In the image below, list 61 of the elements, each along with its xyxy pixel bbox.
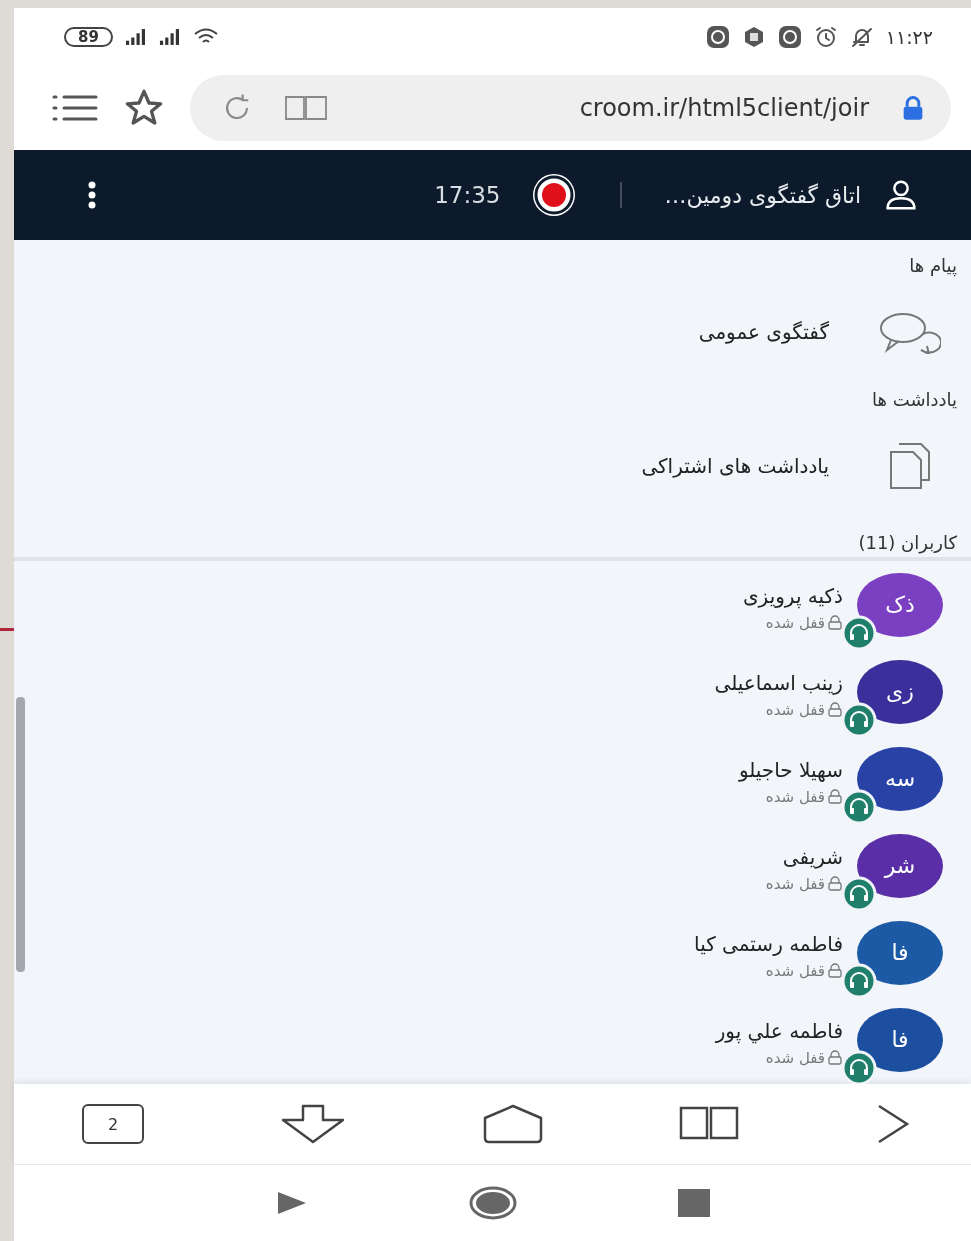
- user-avatar: زی: [857, 659, 943, 724]
- user-list-item[interactable]: سه سهیلا حاجیلو قفل شده: [14, 735, 971, 822]
- scroll-bar[interactable]: [16, 697, 25, 972]
- section-heading: یادداشت ها: [871, 387, 958, 412]
- user-status: قفل شده: [765, 700, 825, 719]
- signal-icon: [124, 27, 147, 46]
- user-status: قفل شده: [765, 613, 825, 632]
- alarm-clock-icon: [813, 24, 838, 49]
- user-list-item[interactable]: شر شریفی قفل شده: [14, 822, 971, 909]
- sidebar-item[interactable]: گفتگوی عمومی: [14, 290, 971, 374]
- headphones-icon: [841, 875, 877, 912]
- section-heading: پیام ها: [908, 253, 958, 279]
- user-list-item[interactable]: زی زینب اسماعیلی قفل شده: [14, 648, 971, 735]
- user-list-item[interactable]: ذک ذکیه پرویزی قفل شده: [14, 561, 971, 648]
- user-name: زینب اسماعیلی: [714, 670, 843, 695]
- lock-icon: [827, 701, 843, 718]
- user-avatar: سه: [857, 746, 943, 811]
- app-icon: [777, 24, 802, 49]
- item-label: یادداشت های اشتراکی: [641, 454, 829, 478]
- user-status: قفل شده: [765, 961, 825, 980]
- address-bar[interactable]: croom.ir/html5client/joir: [190, 74, 951, 141]
- headphones-icon: [841, 701, 877, 738]
- user-list-item[interactable]: فا فاطمه علي پور قفل شده: [14, 996, 971, 1083]
- headphones-icon: [841, 788, 877, 825]
- user-name: ذکیه پرویزی: [742, 583, 843, 608]
- user-avatar: فا: [857, 1007, 943, 1072]
- user-name: شریفی: [781, 844, 843, 869]
- item-label: گفتگوی عمومی: [698, 320, 829, 344]
- user-avatar: فا: [857, 920, 943, 985]
- play-icon[interactable]: [275, 1190, 308, 1216]
- user-name: فاطمه رستمی کیا: [694, 931, 843, 956]
- user-name: سهیلا حاجیلو: [738, 757, 843, 782]
- status-time: ۱۱:۲۲: [885, 25, 933, 48]
- lock-icon: [827, 1049, 843, 1066]
- signal-icon: [158, 27, 181, 46]
- section-heading: کاربران (11): [857, 531, 958, 556]
- user-avatar: ذک: [857, 572, 943, 637]
- user-name: فاطمه علي پور: [715, 1018, 843, 1043]
- user-status: قفل شده: [765, 1048, 825, 1067]
- lock-icon: [827, 788, 843, 805]
- stop-square-icon[interactable]: [677, 1189, 710, 1217]
- elapsed-time: 17:35: [434, 182, 501, 208]
- circle-icon[interactable]: [467, 1185, 518, 1221]
- user-list-item[interactable]: فا فاطمه رستمی کیا قفل شده: [14, 909, 971, 996]
- more-options-icon[interactable]: [86, 180, 98, 210]
- chat-bubbles-icon: [877, 310, 941, 354]
- user-avatar: شر: [857, 833, 943, 898]
- user-status: قفل شده: [765, 874, 825, 893]
- battery-indicator: 89: [64, 26, 113, 47]
- headphones-icon: [841, 962, 877, 999]
- home-icon[interactable]: [481, 1104, 544, 1144]
- app-icon: [705, 24, 730, 49]
- user-status: قفل شده: [765, 787, 825, 806]
- lock-icon: [827, 962, 843, 979]
- url-text: croom.ir/html5client/joir: [578, 93, 869, 122]
- headphones-icon: [841, 614, 877, 651]
- lock-icon: [827, 614, 843, 631]
- meeting-title: اتاق گفتگوی دومین…: [664, 182, 861, 208]
- sidebar-item[interactable]: یادداشت های اشتراکی: [14, 424, 971, 508]
- lock-icon: [827, 875, 843, 892]
- tabs-button[interactable]: 2: [82, 1104, 144, 1144]
